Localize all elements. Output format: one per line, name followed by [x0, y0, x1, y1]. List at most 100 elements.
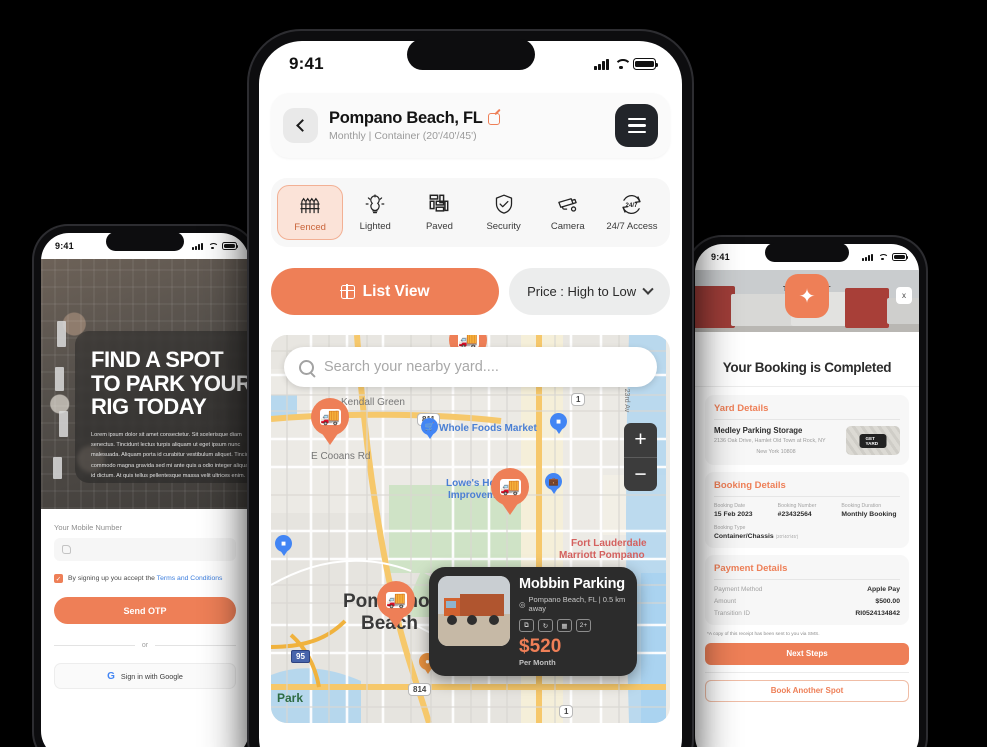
yard-address-line2: New York 10808 — [756, 448, 796, 455]
divider — [705, 671, 909, 673]
zoom-in-button[interactable]: + — [624, 423, 657, 457]
screenshot-stage: 9:41 FIND A SPOT TO PARK YOUR RIG TODAY … — [0, 0, 987, 747]
header-subtitle: Monthly | Container (20'/40'/45') — [329, 130, 477, 142]
wifi-icon — [878, 254, 887, 261]
booking-type-field: Booking Type Container/Chassis (20'/40'/4… — [714, 525, 900, 540]
close-icon[interactable]: x — [896, 287, 912, 304]
map-search-bar[interactable]: Search your nearby yard.... — [284, 347, 657, 387]
yard-map-pin[interactable]: 🚚 — [311, 398, 349, 445]
row-value: RI0524134842 — [855, 609, 900, 617]
yard-map-pin[interactable]: 🚚 — [491, 468, 529, 515]
location-name: Pompano Beach, FL — [329, 109, 483, 127]
map-label: Park — [277, 691, 304, 705]
filter-label: Paved — [425, 221, 453, 232]
status-time: 9:41 — [289, 54, 324, 73]
chevron-left-icon — [295, 119, 309, 132]
truck-shape — [845, 288, 889, 328]
status-time: 9:41 — [55, 241, 74, 251]
book-another-spot-button[interactable]: Book Another Spot — [705, 679, 909, 702]
terms-row[interactable]: ✓ By signing up you accept the Terms and… — [54, 574, 236, 583]
sign-in-with-google-button[interactable]: G Sign in with Google — [54, 663, 236, 689]
location-header: Pompano Beach, FL Monthly | Container (2… — [271, 93, 670, 158]
field-key: Booking Date — [714, 502, 746, 509]
booking-field: Booking Date 15 Feb 2023 — [714, 503, 773, 518]
paving-icon — [427, 192, 451, 216]
yard-row: Medley Parking Storage 2136 Oak Drive, H… — [714, 426, 900, 457]
yard-map-thumbnail[interactable]: GET YARD — [846, 426, 900, 455]
truck-shape — [59, 411, 68, 437]
filter-chip-camera[interactable]: Camera — [536, 185, 600, 240]
header-text: Pompano Beach, FL Monthly | Container (2… — [329, 109, 604, 142]
row-value: Apple Pay — [867, 585, 900, 593]
hero-text-panel: FIND A SPOT TO PARK YOUR RIG TODAY Lorem… — [75, 331, 249, 483]
payment-row: Transition ID RI0524134842 — [714, 610, 900, 617]
terms-checkbox[interactable]: ✓ — [54, 574, 63, 583]
cellular-icon — [192, 242, 203, 250]
hamburger-menu-icon[interactable] — [615, 104, 658, 147]
view-actions: List View Price : High to Low — [271, 268, 670, 315]
map-poi-pin[interactable]: 💼 — [545, 473, 562, 495]
cctv-camera-icon — [556, 192, 580, 216]
back-button[interactable] — [283, 108, 318, 143]
map-poi-pin[interactable]: ■ — [275, 535, 292, 557]
google-button-label: Sign in with Google — [120, 671, 183, 681]
sort-price-dropdown[interactable]: Price : High to Low — [509, 268, 670, 315]
divider-line — [54, 645, 135, 646]
row-key: Amount — [714, 597, 737, 605]
filter-chip-lighted[interactable]: Lighted — [343, 185, 407, 240]
row-key: Transition ID — [714, 609, 750, 617]
hero-satellite-image: FIND A SPOT TO PARK YOUR RIG TODAY Lorem… — [41, 259, 249, 509]
search-icon — [299, 359, 314, 375]
notch-left — [106, 232, 184, 251]
yard-preview-location: ◎ Pompano Beach, FL | 0.5 km away — [519, 595, 626, 613]
filter-chip-security[interactable]: Security — [472, 185, 536, 240]
battery-icon — [892, 253, 909, 261]
edit-icon[interactable] — [487, 112, 500, 125]
zoom-out-button[interactable]: − — [624, 457, 657, 491]
map-zoom-controls[interactable]: + − — [624, 423, 657, 491]
map-label: Fort Lauderdale — [571, 538, 647, 549]
terms-link[interactable]: Terms and Conditions — [157, 575, 223, 582]
map-label: Whole Foods Market — [439, 423, 537, 434]
truck-shape — [55, 367, 64, 391]
payment-row: Amount $500.00 — [714, 598, 900, 605]
filter-chip-paved[interactable]: Paved — [407, 185, 471, 240]
map-poi-pin[interactable]: 🛒 — [421, 418, 438, 440]
row-value: $500.00 — [875, 597, 900, 605]
mobile-number-input[interactable] — [54, 538, 236, 561]
amenity-badge-more[interactable]: 2+ — [576, 619, 591, 632]
yard-preview-period: Per Month — [519, 658, 556, 667]
phone-left-onboarding: 9:41 FIND A SPOT TO PARK YOUR RIG TODAY … — [34, 226, 256, 747]
yard-map-pin-selected[interactable]: 🚚 — [377, 581, 415, 628]
filter-chip-247-access[interactable]: 24/7 24/7 Access — [600, 185, 664, 240]
filter-label: Lighted — [359, 221, 391, 232]
next-steps-button[interactable]: Next Steps — [705, 642, 909, 665]
search-input[interactable]: Search your nearby yard.... — [324, 359, 499, 375]
booking-field: Booking Number #23432564 — [778, 503, 837, 518]
booking-completed-title: Your Booking is Completed — [722, 360, 892, 375]
lightbulb-icon — [363, 192, 387, 216]
svg-text:24/7: 24/7 — [626, 201, 639, 208]
battery-icon — [222, 242, 239, 250]
list-view-button[interactable]: List View — [271, 268, 500, 315]
yard-preview-title: Mobbin Parking — [519, 576, 625, 592]
route-shield: 1 — [559, 705, 574, 718]
yard-preview-card[interactable]: Mobbin Parking ◎ Pompano Beach, FL | 0.5… — [429, 567, 637, 676]
field-key: Booking Duration — [841, 502, 882, 509]
field-value: #23432564 — [777, 510, 812, 518]
filter-chip-fenced[interactable]: Fenced — [277, 185, 344, 240]
field-key: Booking Type — [714, 524, 746, 531]
yard-details-heading: Yard Details — [714, 403, 900, 420]
map-container[interactable]: Kendall Green Whole Foods Market E Cooan… — [271, 335, 670, 723]
field-value: Container/Chassis (20'/40'/45') — [714, 532, 799, 540]
map-poi-pin[interactable]: ■ — [550, 413, 567, 435]
page-title: Pompano Beach, FL — [329, 109, 604, 128]
cellular-icon — [594, 58, 609, 70]
24-7-icon: 24/7 — [620, 192, 644, 216]
chevron-down-icon — [642, 283, 654, 295]
divider-line — [155, 645, 237, 646]
map-label: GET YARD — [859, 433, 887, 448]
yard-preview-info: Mobbin Parking ◎ Pompano Beach, FL | 0.5… — [519, 576, 628, 667]
send-otp-button[interactable]: Send OTP — [54, 597, 236, 624]
filter-label: 24/7 Access — [606, 221, 658, 232]
